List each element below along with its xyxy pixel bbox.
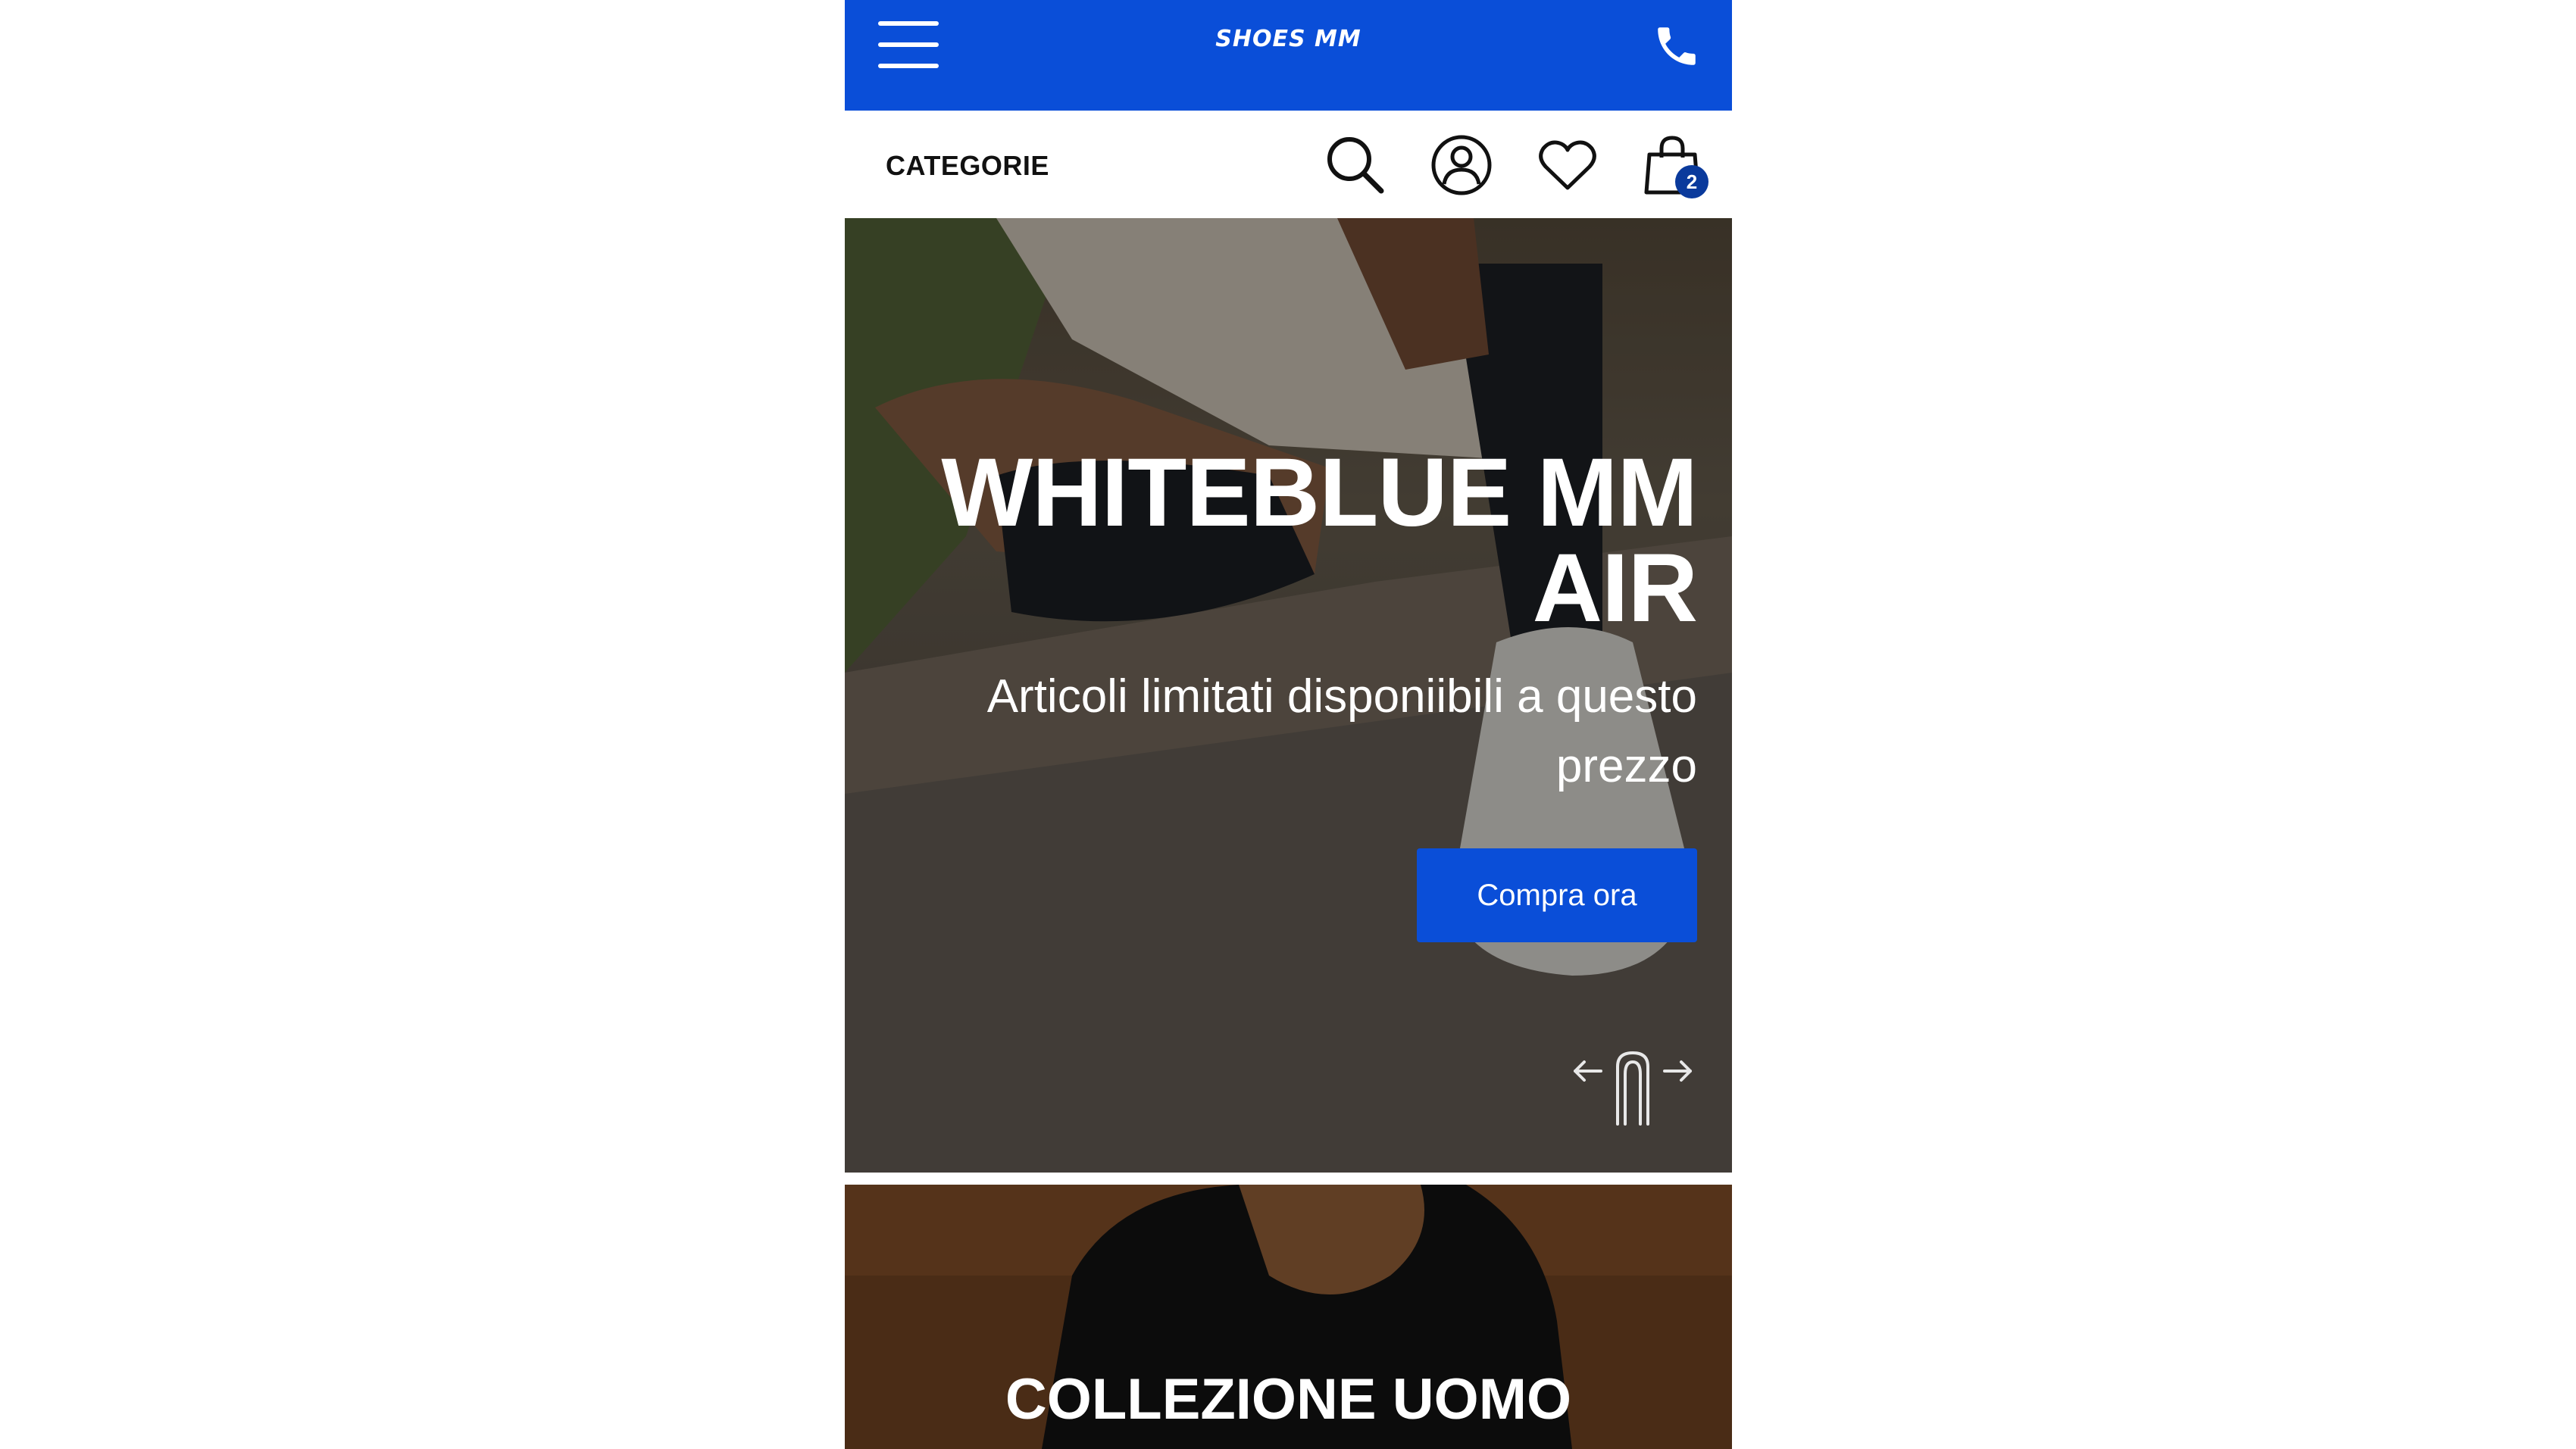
categories-link[interactable]: CATEGORIE bbox=[886, 150, 1049, 182]
phone-icon[interactable] bbox=[1652, 21, 1702, 71]
search-icon[interactable] bbox=[1324, 133, 1387, 197]
brand-logo[interactable]: SHOES MM bbox=[845, 26, 1732, 52]
top-bar: SHOES MM bbox=[845, 0, 1732, 111]
hero-subtitle: Articoli limitati disponiibili a questo … bbox=[986, 670, 1697, 792]
heart-icon[interactable] bbox=[1536, 133, 1599, 197]
secondary-nav: CATEGORIE 2 bbox=[845, 111, 1732, 218]
cart-count-badge: 2 bbox=[1675, 165, 1708, 198]
user-account-icon[interactable] bbox=[1430, 133, 1493, 197]
mobile-page: SHOES MM CATEGORIE 2 WHITEBLUE MM AIR Ar… bbox=[845, 0, 1732, 1449]
banner-title: COLLEZIONE UOMO bbox=[1005, 1367, 1572, 1432]
cart-button[interactable]: 2 bbox=[1640, 133, 1708, 198]
hero-banner[interactable]: WHITEBLUE MM AIR Articoli limitati dispo… bbox=[845, 218, 1732, 1173]
swipe-gesture-icon bbox=[1574, 1051, 1692, 1126]
mens-collection-banner[interactable]: COLLEZIONE UOMO bbox=[845, 1185, 1732, 1449]
buy-now-button[interactable]: Compra ora bbox=[1417, 848, 1697, 942]
hero-title: WHITEBLUE MM AIR bbox=[941, 439, 1698, 642]
